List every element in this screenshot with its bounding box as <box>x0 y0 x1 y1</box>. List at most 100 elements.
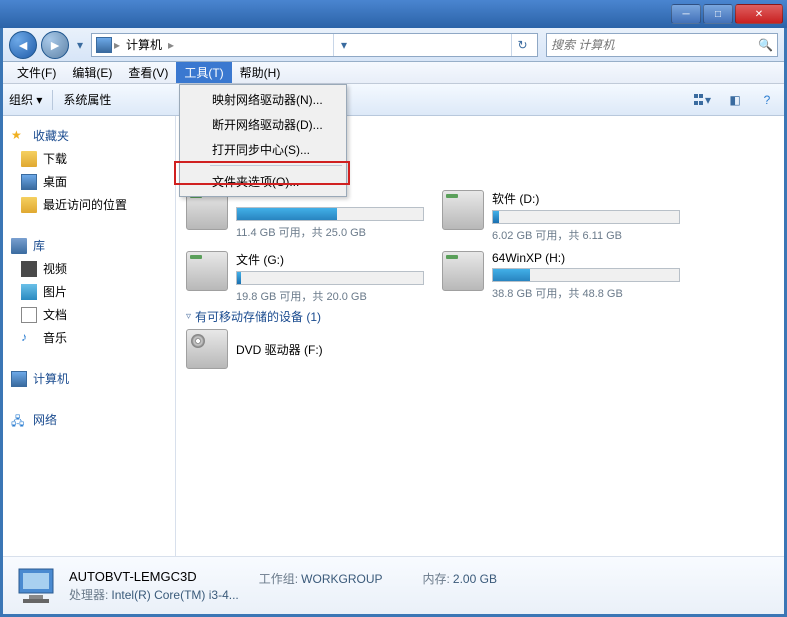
tree-label: 图片 <box>43 283 67 300</box>
minimize-button[interactable]: ─ <box>671 4 701 24</box>
details-memory-value: 2.00 GB <box>453 572 497 586</box>
details-name: AUTOBVT-LEMGC3D <box>69 569 239 584</box>
navigation-bar: ◄ ► ▾ ▸ 计算机 ▸ ▾ ↻ 🔍 <box>3 28 784 62</box>
network-icon: 🖧 <box>11 412 27 428</box>
tree-label: 音乐 <box>43 329 67 346</box>
usage-bar <box>236 207 424 221</box>
drive-name: 文件 (G:) <box>236 251 424 268</box>
tree-network[interactable]: 🖧 网络 <box>7 408 171 431</box>
search-input[interactable] <box>551 38 758 52</box>
menu-tools[interactable]: 工具(T) <box>176 62 231 83</box>
tree-label: 视频 <box>43 260 67 277</box>
tree-favorites[interactable]: ★ 收藏夹 <box>7 124 171 147</box>
drive-icon <box>442 190 484 230</box>
drive-item-c[interactable]: 11.4 GB 可用，共 25.0 GB <box>186 190 424 243</box>
drive-name: DVD 驱动器 (F:) <box>236 341 424 358</box>
tree-label: 库 <box>33 237 45 254</box>
drive-icon <box>442 251 484 291</box>
tools-menu-dropdown: 映射网络驱动器(N)... 断开网络驱动器(D)... 打开同步中心(S)...… <box>179 84 347 197</box>
videos-icon <box>21 261 37 277</box>
drive-stat: 6.02 GB 可用，共 6.11 GB <box>492 227 680 243</box>
organize-button[interactable]: 组织 ▾ <box>9 91 42 108</box>
tree-label: 收藏夹 <box>33 127 69 144</box>
tree-videos[interactable]: 视频 <box>7 257 171 280</box>
details-workgroup-label: 工作组: <box>259 572 298 586</box>
menu-item-folder-options[interactable]: 文件夹选项(O)... <box>182 169 344 194</box>
command-bar: 组织 ▾ 系统属性 打开控制面板 ▾ ◧ ? <box>3 84 784 116</box>
main-area: ★ 收藏夹 下载 桌面 最近访问的位置 库 视频 <box>3 116 784 556</box>
menu-view[interactable]: 查看(V) <box>120 62 176 83</box>
menu-item-sync-center[interactable]: 打开同步中心(S)... <box>182 137 344 162</box>
close-button[interactable]: ✕ <box>735 4 783 24</box>
drive-stat: 11.4 GB 可用，共 25.0 GB <box>236 224 424 240</box>
address-dropdown-icon[interactable]: ▾ <box>333 34 355 56</box>
drive-name: 64WinXP (H:) <box>492 251 680 265</box>
drive-item-h[interactable]: 64WinXP (H:) 38.8 GB 可用，共 48.8 GB <box>442 251 680 304</box>
separator <box>52 90 53 110</box>
tree-documents[interactable]: 文档 <box>7 303 171 326</box>
drive-item-d[interactable]: 软件 (D:) 6.02 GB 可用，共 6.11 GB <box>442 190 680 243</box>
tree-label: 下载 <box>43 150 67 167</box>
help-button[interactable]: ? <box>756 89 778 111</box>
tree-label: 最近访问的位置 <box>43 196 127 213</box>
maximize-button[interactable]: □ <box>703 4 733 24</box>
search-box[interactable]: 🔍 <box>546 33 778 57</box>
tree-label: 文档 <box>43 306 67 323</box>
forward-button[interactable]: ► <box>41 31 69 59</box>
details-workgroup-value: WORKGROUP <box>301 572 382 586</box>
desktop-icon <box>21 174 37 190</box>
address-bar[interactable]: ▸ 计算机 ▸ ▾ ↻ <box>91 33 538 57</box>
drive-item-dvd[interactable]: DVD 驱动器 (F:) <box>186 329 424 369</box>
tree-music[interactable]: ♪ 音乐 <box>7 326 171 349</box>
breadcrumb-computer[interactable]: 计算机 <box>122 34 166 55</box>
music-icon: ♪ <box>21 330 37 346</box>
tree-label: 网络 <box>33 411 57 428</box>
star-icon: ★ <box>11 128 27 144</box>
history-dropdown-icon[interactable]: ▾ <box>73 35 87 55</box>
tree-libraries[interactable]: 库 <box>7 234 171 257</box>
documents-icon <box>21 307 37 323</box>
back-button[interactable]: ◄ <box>9 31 37 59</box>
refresh-button[interactable]: ↻ <box>511 34 533 56</box>
menu-item-map-drive[interactable]: 映射网络驱动器(N)... <box>182 87 344 112</box>
tree-recent[interactable]: 最近访问的位置 <box>7 193 171 216</box>
usage-bar <box>492 268 680 282</box>
system-properties-button[interactable]: 系统属性 <box>63 91 111 108</box>
usage-bar <box>236 271 424 285</box>
preview-pane-button[interactable]: ◧ <box>724 89 746 111</box>
computer-icon <box>96 37 112 53</box>
computer-large-icon <box>13 563 59 609</box>
tree-desktop[interactable]: 桌面 <box>7 170 171 193</box>
window-titlebar: ─ □ ✕ <box>0 0 787 28</box>
breadcrumb-sep[interactable]: ▸ <box>166 38 176 52</box>
menu-edit[interactable]: 编辑(E) <box>64 62 120 83</box>
usage-bar <box>492 210 680 224</box>
section-removable[interactable]: 有可移动存储的设备 (1) <box>186 308 774 325</box>
pictures-icon <box>21 284 37 300</box>
menu-file[interactable]: 文件(F) <box>9 62 64 83</box>
view-options-button[interactable]: ▾ <box>690 91 714 109</box>
drive-stat: 38.8 GB 可用，共 48.8 GB <box>492 285 680 301</box>
dvd-icon <box>186 329 228 369</box>
menu-bar: 文件(F) 编辑(E) 查看(V) 工具(T) 帮助(H) 映射网络驱动器(N)… <box>3 62 784 84</box>
tree-label: 桌面 <box>43 173 67 190</box>
search-icon: 🔍 <box>758 38 773 52</box>
menu-item-disconnect-drive[interactable]: 断开网络驱动器(D)... <box>182 112 344 137</box>
details-cpu-label: 处理器: <box>69 588 108 602</box>
libraries-icon <box>11 238 27 254</box>
folder-icon <box>21 151 37 167</box>
drive-name: 软件 (D:) <box>492 190 680 207</box>
breadcrumb-sep: ▸ <box>112 38 122 52</box>
drive-item-g[interactable]: 文件 (G:) 19.8 GB 可用，共 20.0 GB <box>186 251 424 304</box>
details-cpu-value: Intel(R) Core(TM) i3-4... <box>111 588 238 602</box>
details-memory-label: 内存: <box>423 572 450 586</box>
menu-separator <box>210 165 342 166</box>
folder-icon <box>21 197 37 213</box>
tree-pictures[interactable]: 图片 <box>7 280 171 303</box>
tree-label: 计算机 <box>33 370 69 387</box>
details-pane: AUTOBVT-LEMGC3D 处理器: Intel(R) Core(TM) i… <box>3 556 784 614</box>
drive-icon <box>186 251 228 291</box>
menu-help[interactable]: 帮助(H) <box>232 62 289 83</box>
tree-downloads[interactable]: 下载 <box>7 147 171 170</box>
tree-computer[interactable]: 计算机 <box>7 367 171 390</box>
